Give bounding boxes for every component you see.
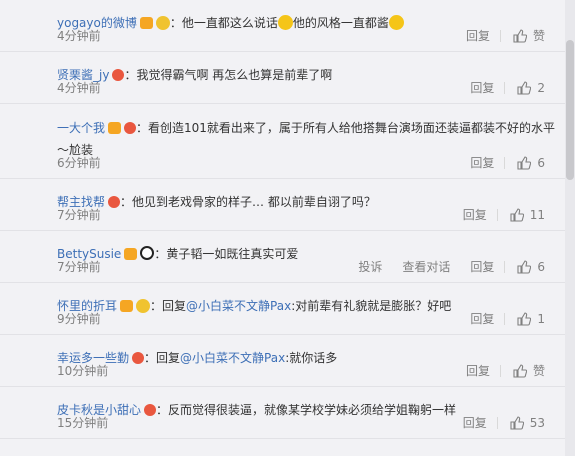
- like-count: 53: [529, 416, 545, 430]
- comment-actions: 回复 赞: [456, 27, 555, 45]
- like-button[interactable]: 1: [505, 310, 555, 328]
- like-button[interactable]: 赞: [501, 27, 555, 45]
- reply-button[interactable]: 回复: [460, 154, 504, 172]
- like-button[interactable]: 6: [505, 154, 555, 172]
- thumbs-up-icon: [510, 208, 524, 222]
- comment-meta: 7分钟前 投诉 查看对话 回复 6: [57, 258, 555, 276]
- comment-item: 帮主找帮 ：他见到老戏骨家的样子… 都以前辈自诩了吗？ 7分钟前 回复 11: [0, 179, 565, 231]
- thumbs-up-icon: [513, 364, 528, 378]
- like-button[interactable]: 53: [498, 414, 555, 432]
- comment-meta: 9分钟前 回复 1: [57, 310, 555, 328]
- reply-button[interactable]: 回复: [460, 258, 504, 276]
- timestamp: 6分钟前: [57, 156, 101, 170]
- comment-item: BettySusie ：黄子韬一如既往真实可爱 7分钟前 投诉 查看对话 回复 6: [0, 231, 565, 283]
- view-conversation-button[interactable]: 查看对话: [392, 258, 460, 276]
- like-button[interactable]: 11: [498, 206, 555, 224]
- scrollbar-thumb[interactable]: [566, 40, 574, 180]
- comment-list: yogayo的微博 ：他一直都这么说话 他的风格一直都酱 4分钟前 回复赞贤栗酱_jy：…: [0, 0, 565, 456]
- comment-actions: 回复 53: [453, 414, 555, 432]
- like-count: 11: [529, 208, 545, 222]
- reply-button[interactable]: 回复: [460, 79, 504, 97]
- reply-button[interactable]: 回复: [453, 206, 497, 224]
- comment-item: 幸运多一些勤 ：回复@小白菜不文静Pax:就你话多 10分钟前 回复赞: [0, 335, 565, 387]
- timestamp: 10分钟前: [57, 364, 109, 378]
- thumbs-up-icon: [517, 81, 532, 95]
- reply-button[interactable]: 回复: [460, 310, 504, 328]
- comment-item: 皮卡秋是小甜心 ：反而觉得很装逼，就像某学校学妹必须给学姐鞠躬一样 15分钟前 回复 5…: [0, 387, 565, 439]
- reply-button[interactable]: 回复: [456, 362, 500, 380]
- scrollbar[interactable]: [565, 0, 575, 456]
- comment-actions: 回复 赞: [456, 362, 555, 380]
- timestamp: 4分钟前: [57, 29, 101, 43]
- comment-meta: 10分钟前 回复 赞: [57, 362, 555, 380]
- thumbs-up-icon: [510, 416, 524, 430]
- comment-meta: 6分钟前 回复 6: [57, 154, 555, 172]
- comment-item: 贤栗酱_jy ：我觉得霸气啊 再怎么也算是前辈了啊 4分钟前 回复 2: [0, 52, 565, 104]
- reply-button[interactable]: 回复: [453, 414, 497, 432]
- comment-item: 怀里的折耳 ：回复@小白菜不文静Pax:对前辈有礼貌就是膨胀？好吧 9分钟前 回复 1: [0, 283, 565, 335]
- vip-badge-icon: [108, 122, 122, 134]
- timestamp: 4分钟前: [57, 81, 101, 95]
- comment-meta: 15分钟前 回复 53: [57, 414, 555, 432]
- like-count: 赞: [532, 29, 545, 43]
- comment-item: 一大个我 ：看创造101就看出来了，属于所有人给他搭舞台演场面还装逼都装不好的水平…: [0, 104, 565, 179]
- thumbs-up-icon: [517, 312, 532, 326]
- like-button[interactable]: 2: [505, 79, 555, 97]
- comment-meta: 4分钟前 回复 2: [57, 79, 555, 97]
- report-button[interactable]: 投诉: [348, 258, 392, 276]
- reply-button[interactable]: 回复: [456, 27, 500, 45]
- comment-actions: 投诉 查看对话 回复 6: [348, 258, 555, 276]
- like-button[interactable]: 赞: [501, 362, 555, 380]
- level-badge-icon: [124, 122, 137, 134]
- timestamp: 15分钟前: [57, 416, 109, 430]
- timestamp: 7分钟前: [57, 208, 101, 222]
- like-count: 1: [537, 312, 545, 326]
- colon-separator: ：: [136, 121, 149, 135]
- timestamp: 7分钟前: [57, 260, 101, 274]
- thumbs-up-icon: [517, 156, 532, 170]
- comment-meta: 4分钟前 回复 赞: [57, 27, 555, 45]
- comment-actions: 回复 2: [460, 79, 555, 97]
- comment-meta: 7分钟前 回复 11: [57, 206, 555, 224]
- timestamp: 9分钟前: [57, 312, 101, 326]
- thumbs-up-icon: [517, 260, 532, 274]
- thumbs-up-icon: [513, 29, 528, 43]
- like-count: 2: [537, 81, 545, 95]
- comment-actions: 回复 11: [453, 206, 555, 224]
- comment-actions: 回复 1: [460, 310, 555, 328]
- comment-actions: 回复 6: [460, 154, 555, 172]
- like-count: 赞: [532, 364, 545, 378]
- comment-item: yogayo的微博 ：他一直都这么说话 他的风格一直都酱 4分钟前 回复赞: [0, 0, 565, 52]
- like-count: 6: [537, 260, 545, 274]
- username-link[interactable]: 一大个我: [57, 121, 105, 135]
- like-button[interactable]: 6: [505, 258, 555, 276]
- like-count: 6: [537, 156, 545, 170]
